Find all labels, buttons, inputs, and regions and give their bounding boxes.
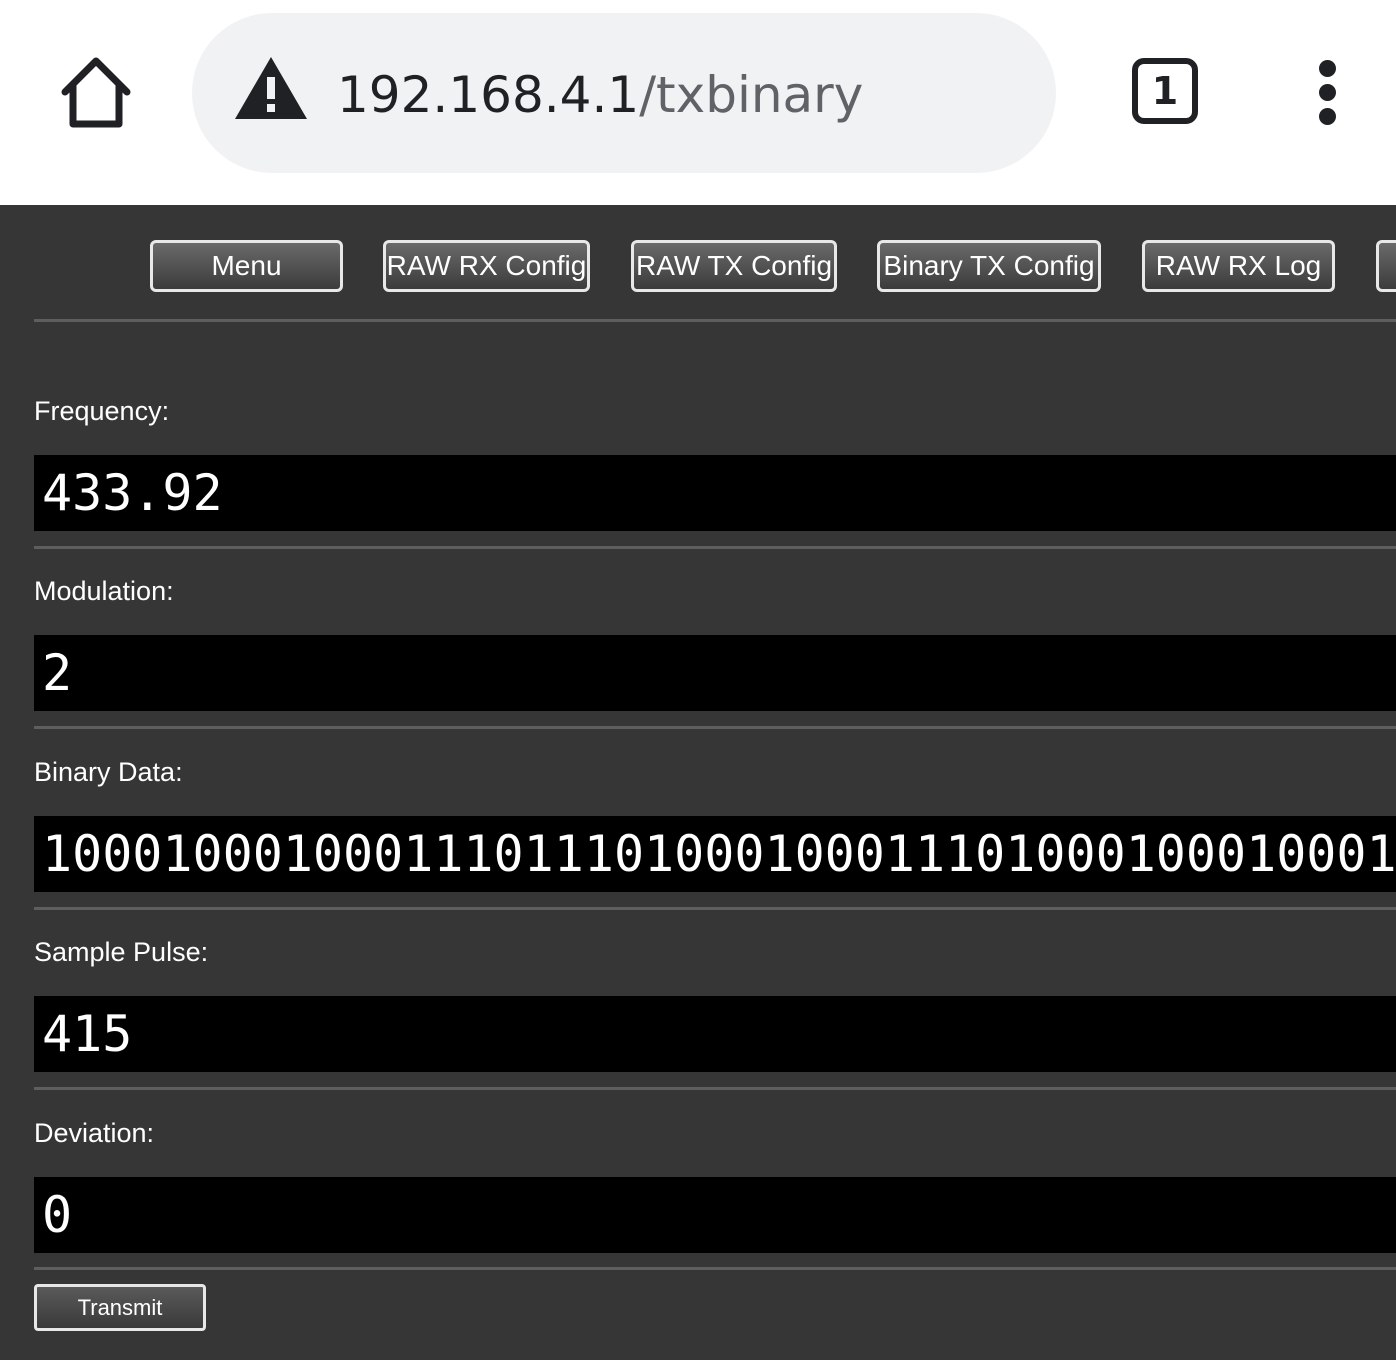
menu-button[interactable]: Menu bbox=[150, 240, 343, 292]
url-text[interactable]: 192.168.4.1/txbinary bbox=[337, 60, 863, 130]
divider bbox=[34, 319, 1396, 322]
modulation-input[interactable]: 2 bbox=[34, 635, 1396, 711]
modulation-label: Modulation: bbox=[34, 576, 174, 606]
divider bbox=[34, 907, 1396, 910]
sample-pulse-input[interactable]: 415 bbox=[34, 996, 1396, 1072]
raw-rx-log-button[interactable]: RAW RX Log bbox=[1142, 240, 1335, 292]
browser-toolbar: 192.168.4.1/txbinary 1 bbox=[0, 0, 1396, 205]
url-host: 192.168.4.1 bbox=[337, 66, 640, 124]
divider bbox=[34, 1267, 1396, 1270]
warning-icon[interactable] bbox=[233, 55, 309, 121]
frequency-input[interactable]: 433.92 bbox=[34, 455, 1396, 531]
divider bbox=[34, 726, 1396, 729]
home-icon[interactable] bbox=[55, 52, 137, 134]
divider bbox=[34, 1087, 1396, 1090]
nav-button-partial[interactable] bbox=[1376, 240, 1396, 292]
deviation-input[interactable]: 0 bbox=[34, 1177, 1396, 1253]
raw-tx-config-button[interactable]: RAW TX Config bbox=[631, 240, 837, 292]
frequency-label: Frequency: bbox=[34, 396, 170, 426]
deviation-label: Deviation: bbox=[34, 1118, 155, 1148]
tab-switcher-button[interactable]: 1 bbox=[1132, 58, 1198, 124]
more-options-icon[interactable] bbox=[1308, 58, 1348, 128]
binary-data-label: Binary Data: bbox=[34, 757, 183, 787]
transmit-button[interactable]: Transmit bbox=[34, 1284, 206, 1331]
url-path: /txbinary bbox=[639, 66, 864, 124]
raw-rx-config-button[interactable]: RAW RX Config bbox=[383, 240, 590, 292]
divider bbox=[34, 546, 1396, 549]
binary-data-input[interactable]: 1000100010001110111010001000111010001000… bbox=[34, 816, 1396, 892]
page-content: Menu RAW RX Config RAW TX Config Binary … bbox=[0, 205, 1396, 1360]
sample-pulse-label: Sample Pulse: bbox=[34, 937, 209, 967]
binary-tx-config-button[interactable]: Binary TX Config bbox=[877, 240, 1101, 292]
